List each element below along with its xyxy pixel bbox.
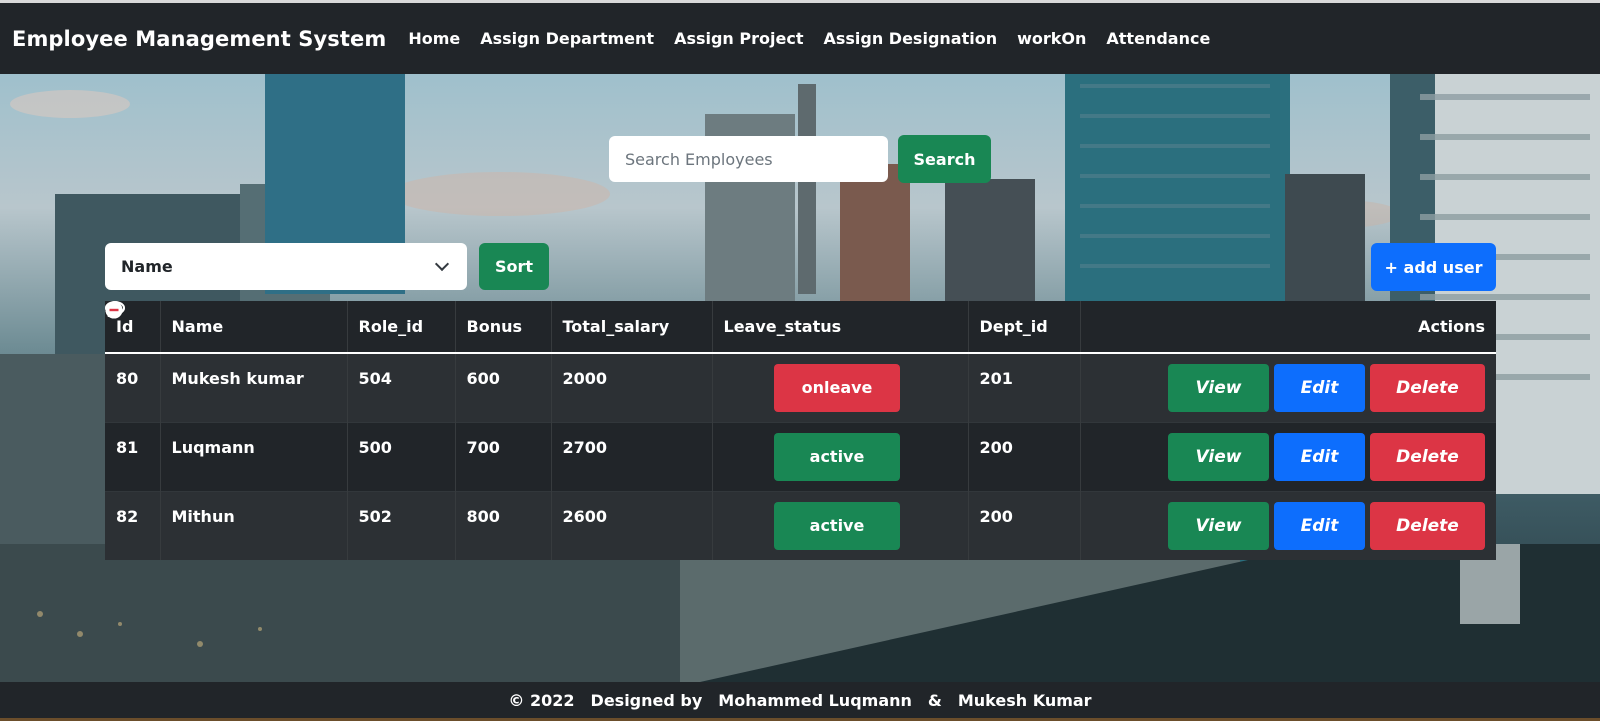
cell-name: Mithun [160,491,348,560]
footer-author-1: Mohammed Luqmann [718,690,912,710]
cell-bonus: 800 [455,491,552,560]
chevron-down-icon [434,256,450,271]
cell-name: Mukesh kumar [160,353,348,422]
navbar: Employee Management System Home Assign D… [0,3,1600,74]
edit-label: Edit [1300,515,1339,536]
edit-button[interactable]: Edit [107,303,1365,550]
edit-label: Edit [1300,377,1339,398]
cell-actions: View Edit Delete [105,301,1496,560]
table-row: 81 Luqmann 500 700 2700 active 200 View [105,301,1496,491]
delete-button[interactable]: Delete [105,301,1485,481]
minus-circle-icon [105,301,123,319]
cell-bonus: 700 [455,422,552,491]
header-name: Name [160,301,348,353]
header-bonus: Bonus [455,301,552,353]
cell-id: 81 [105,422,161,491]
nav-attendance[interactable]: Attendance [1106,29,1210,48]
delete-label: Delete [1396,515,1459,536]
cell-dept-id: 200 [968,422,1081,491]
cell-actions: View Edit Delete [105,301,1496,491]
cell-actions: View Edit Delete [105,301,1496,422]
delete-label: Delete [1396,377,1459,398]
header-total-salary: Total_salary [551,301,713,353]
delete-button[interactable]: Delete [105,301,1485,412]
cell-id: 82 [105,491,161,560]
cell-total-salary: 2600 [551,491,713,560]
nav-workon[interactable]: workOn [1017,29,1086,48]
table-row: 80 Mukesh kumar 504 600 2000 onleave 201… [105,301,1496,422]
cell-total-salary: 2700 [551,422,713,491]
sort-controls: Name Sort [105,243,549,290]
nav-links: Home Assign Department Assign Project As… [408,29,1230,48]
edit-button[interactable]: Edit [107,303,1365,412]
view-label: View [1195,446,1242,467]
search-button[interactable]: Search [898,135,991,183]
delete-button[interactable]: Delete [105,301,1485,550]
cell-dept-id: 200 [968,491,1081,560]
cell-leave-status: active [712,422,969,491]
nav-assign-project[interactable]: Assign Project [674,29,803,48]
view-button[interactable]: View [105,301,1269,550]
add-user-button[interactable]: + add user [1371,243,1496,291]
leave-status-button[interactable]: active [774,432,900,481]
delete-label: Delete [1396,446,1459,467]
cell-role-id: 500 [347,422,456,491]
cell-name: Luqmann [160,422,348,491]
view-label: View [1195,515,1242,536]
footer: © 2022 Designed by Mohammed Luqmann & Mu… [0,682,1600,721]
cell-total-salary: 2000 [551,353,713,422]
employee-table: Id Name Role_id Bonus Total_salary Leave… [105,301,1496,560]
sort-select[interactable]: Name [105,243,467,290]
view-button[interactable]: View [105,301,1269,481]
edit-label: Edit [1300,446,1339,467]
nav-home[interactable]: Home [408,29,460,48]
search-bar: Search [609,135,991,183]
table-header-row: Id Name Role_id Bonus Total_salary Leave… [105,301,1496,353]
footer-ampersand: & [927,690,942,710]
edit-button[interactable]: Edit [107,303,1365,481]
leave-status-button[interactable]: active [774,501,900,550]
sort-button[interactable]: Sort [479,243,549,290]
nav-assign-department[interactable]: Assign Department [480,29,654,48]
cell-leave-status: active [712,491,969,560]
search-input[interactable] [609,136,888,182]
cell-role-id: 504 [347,353,456,422]
header-leave-status: Leave_status [712,301,969,353]
header-role-id: Role_id [347,301,456,353]
view-button[interactable]: View [105,301,1269,412]
footer-author-2: Mukesh Kumar [957,690,1092,710]
leave-status-button[interactable]: onleave [774,363,900,412]
cell-leave-status: onleave [712,353,969,422]
table-row: 82 Mithun 502 800 2600 active 200 View E… [105,301,1496,560]
brand-title[interactable]: Employee Management System [12,27,386,51]
cell-dept-id: 201 [968,353,1081,422]
footer-designed-by: Designed by [590,690,703,710]
cell-id: 80 [105,353,161,422]
header-dept-id: Dept_id [968,301,1081,353]
header-actions: Actions [1418,317,1485,336]
cell-bonus: 600 [455,353,552,422]
sort-select-value: Name [121,257,173,276]
city-background: Search Name Sort + add user Id Name Role… [0,74,1600,682]
nav-assign-designation[interactable]: Assign Designation [823,29,997,48]
view-label: View [1195,377,1242,398]
footer-copyright: © 2022 [508,690,575,710]
cell-role-id: 502 [347,491,456,560]
